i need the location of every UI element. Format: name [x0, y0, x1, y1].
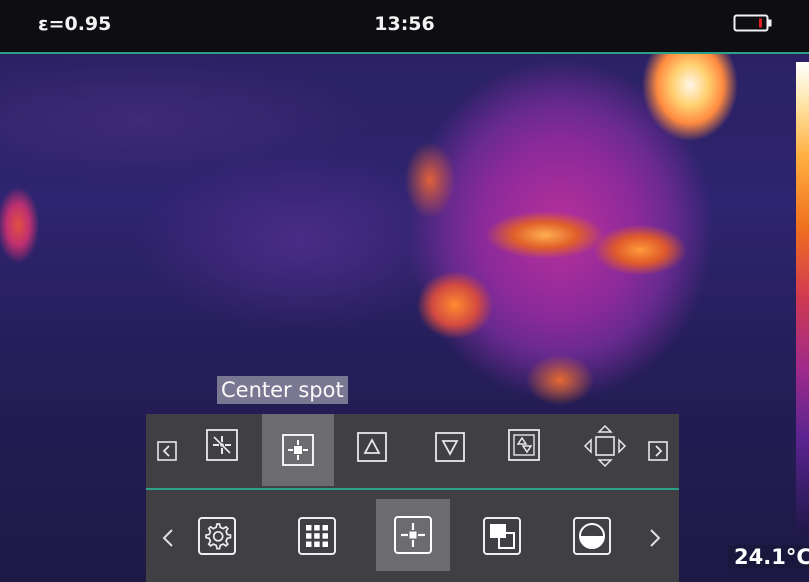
hot-cold-spot-icon[interactable]: [504, 425, 544, 465]
move-spot-icon[interactable]: [582, 423, 628, 469]
next-icon[interactable]: [643, 520, 667, 556]
cold-spot-icon[interactable]: [431, 428, 469, 466]
settings-icon[interactable]: [193, 512, 241, 560]
emissivity-value[interactable]: ε=0.95: [38, 13, 111, 35]
crosshair-icon[interactable]: [200, 423, 244, 467]
palette-icon[interactable]: [568, 512, 616, 560]
grid-icon[interactable]: [293, 512, 341, 560]
measure-spot-icon[interactable]: [376, 499, 450, 571]
prev-icon[interactable]: [156, 520, 180, 556]
temperature-readout: 24.1°C: [728, 545, 809, 569]
scroll-right-icon[interactable]: [643, 436, 673, 466]
scroll-left-icon[interactable]: [152, 436, 182, 466]
color-scale-bar: [796, 62, 809, 532]
picture-in-picture-icon[interactable]: [478, 512, 526, 560]
spot-mode-label: Center spot: [217, 376, 348, 404]
menu-divider: [146, 488, 679, 490]
status-bar: ε=0.95 13:56: [0, 0, 809, 54]
battery-low-icon: [733, 12, 773, 34]
hot-spot-icon[interactable]: [353, 428, 391, 466]
clock-time: 13:56: [374, 13, 435, 35]
center-spot-icon[interactable]: [262, 414, 334, 486]
